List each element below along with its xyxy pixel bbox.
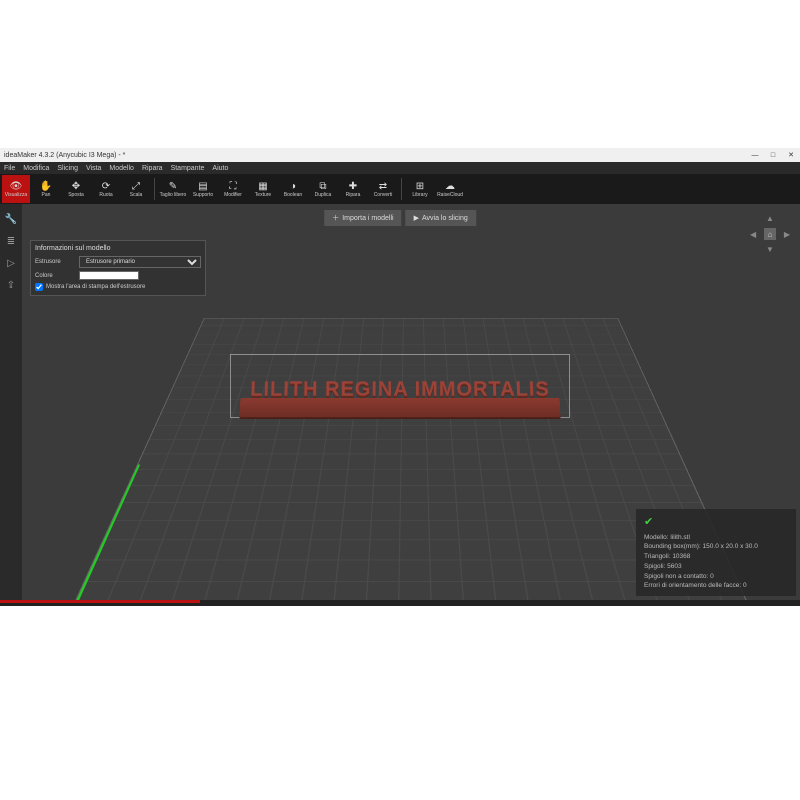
play-preview-icon[interactable]: ▷ [4,256,18,270]
tool-library[interactable]: ⊞Library [406,175,434,203]
tool-sposta[interactable]: ✥Sposta [62,175,90,203]
support-icon: ▤ [197,180,209,192]
top-actions: ＋Importa i modelli ▶Avvia lo slicing [324,210,476,226]
color-label: Colore [35,273,75,279]
status-edge-value: 5603 [667,563,681,570]
tool-taglio[interactable]: ✎Taglio libero [159,175,187,203]
show-area-checkbox[interactable]: Mostra l'area di stampa dell'estrusore [35,283,201,291]
toolbar-separator [154,178,155,200]
tool-visualizza[interactable]: 👁Visualizza [2,175,30,203]
cut-icon: ✎ [167,180,179,192]
texture-icon: ▦ [257,180,269,192]
status-edge-label: Spigoli: [644,563,665,570]
status-model-value: lilith.stl [670,534,690,541]
left-sidebar: 🔧 ≣ ▷ ⇪ [0,204,22,600]
menu-file[interactable]: File [4,165,15,172]
status-model-label: Modello: [644,534,669,541]
maximize-button[interactable]: □ [768,151,778,159]
extruder-select[interactable]: Estrusore primario [79,256,201,268]
tool-modifier[interactable]: ⛶Modifier [219,175,247,203]
rotate-icon: ⟳ [100,180,112,192]
show-area-input[interactable] [35,283,43,291]
wrench-icon[interactable]: 🔧 [4,212,18,226]
viewport[interactable]: ＋Importa i modelli ▶Avvia lo slicing 🔧 ≣… [0,204,800,600]
boolean-icon: ◑ [287,180,299,192]
menu-vista[interactable]: Vista [86,165,101,172]
app-window: ideaMaker 4.3.2 (Anycubic I3 Mega) - * —… [0,148,800,606]
view-down-icon[interactable]: ▼ [766,245,774,254]
move-icon: ✥ [70,180,82,192]
toolbar: 👁Visualizza ✋Pan ✥Sposta ⟳Ruota ⤢Scala ✎… [0,174,800,204]
cloud-icon: ☁ [444,180,456,192]
status-tri-label: Triangoli: [644,553,671,560]
view-left-icon[interactable]: ◀ [750,230,756,239]
panel-title: Informazioni sul modello [35,245,201,252]
tool-boolean[interactable]: ◑Boolean [279,175,307,203]
tool-ruota[interactable]: ⟳Ruota [92,175,120,203]
menu-modifica[interactable]: Modifica [23,165,49,172]
layers-icon[interactable]: ≣ [4,234,18,248]
view-home-button[interactable]: ⌂ [764,228,776,240]
play-icon: ▶ [414,214,419,222]
status-nm-label: Spigoli non a contatto: [644,573,708,580]
menubar: File Modifica Slicing Vista Modello Ripa… [0,162,800,174]
tool-ripara[interactable]: ✚Ripara [339,175,367,203]
status-bbox-value: 150.0 x 20.0 x 30.0 [703,543,758,550]
status-nm-value: 0 [710,573,714,580]
model-info-panel: Informazioni sul modello Estrusore Estru… [30,240,206,296]
menu-aiuto[interactable]: Aiuto [212,165,228,172]
plus-icon: ＋ [332,213,339,223]
check-icon: ✔ [644,514,788,531]
scale-icon: ⤢ [130,180,142,192]
close-button[interactable]: ✕ [786,151,796,159]
window-title: ideaMaker 4.3.2 (Anycubic I3 Mega) - * [4,152,125,159]
extruder-label: Estrusore [35,259,75,265]
toolbar-separator [401,178,402,200]
pan-icon: ✋ [40,180,52,192]
view-up-icon[interactable]: ▲ [766,214,774,223]
tool-pan[interactable]: ✋Pan [32,175,60,203]
status-orient-label: Errori di orientamento delle facce: [644,582,741,589]
library-icon: ⊞ [414,180,426,192]
eye-icon: 👁 [10,180,22,192]
menu-modello[interactable]: Modello [109,165,134,172]
view-cube: ▲ ▼ ◀ ▶ ⌂ [750,214,790,254]
bottom-bar [0,600,800,606]
start-slicing-button[interactable]: ▶Avvia lo slicing [406,210,476,226]
import-models-button[interactable]: ＋Importa i modelli [324,210,401,226]
tool-supporto[interactable]: ▤Supporto [189,175,217,203]
tool-duplica[interactable]: ⧉Duplica [309,175,337,203]
duplicate-icon: ⧉ [317,180,329,192]
tool-texture[interactable]: ▦Texture [249,175,277,203]
minimize-button[interactable]: — [750,151,760,159]
model[interactable]: LILITH REGINA IMMORTALIS [240,379,560,418]
color-swatch[interactable] [79,271,139,280]
tool-raisecloud[interactable]: ☁RaiseCloud [436,175,464,203]
export-icon[interactable]: ⇪ [4,278,18,292]
tool-scala[interactable]: ⤢Scala [122,175,150,203]
modifier-icon: ⛶ [227,180,239,192]
titlebar: ideaMaker 4.3.2 (Anycubic I3 Mega) - * —… [0,148,800,162]
status-panel: ✔ Modello: lilith.stl Bounding box(mm): … [636,509,796,596]
status-bbox-label: Bounding box(mm): [644,543,701,550]
menu-slicing[interactable]: Slicing [57,165,78,172]
status-orient-value: 0 [743,582,747,589]
repair-icon: ✚ [347,180,359,192]
window-controls: — □ ✕ [750,151,796,159]
view-right-icon[interactable]: ▶ [784,230,790,239]
model-base [240,398,561,417]
status-tri-value: 10368 [672,553,690,560]
tool-converti[interactable]: ⇄Converti [369,175,397,203]
convert-icon: ⇄ [377,180,389,192]
menu-stampante[interactable]: Stampante [171,165,205,172]
menu-ripara[interactable]: Ripara [142,165,163,172]
